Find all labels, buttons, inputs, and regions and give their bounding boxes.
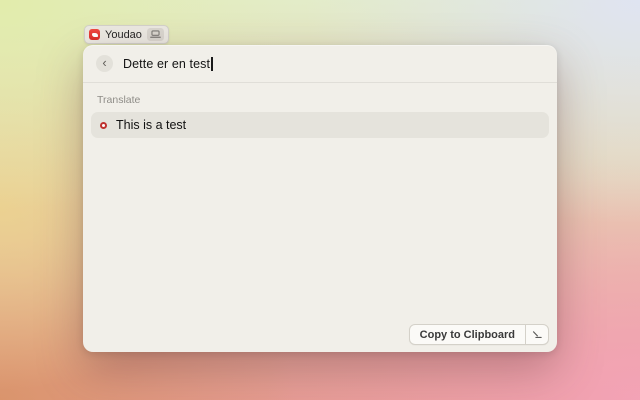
text-caret <box>211 57 213 71</box>
shortcut-key-button[interactable] <box>526 325 548 344</box>
back-button[interactable]: ‹ <box>96 55 113 72</box>
launcher-window: ‹ Dette er en test Translate This is a t… <box>83 45 557 352</box>
copy-to-clipboard-label: Copy to Clipboard <box>420 329 515 341</box>
keyboard-icon <box>150 30 161 39</box>
youdao-logo-icon <box>89 29 100 40</box>
app-token-chip[interactable]: Youdao <box>84 25 169 44</box>
search-input-value: Dette er en test <box>123 57 210 71</box>
red-ring-icon <box>100 122 107 129</box>
search-bar: ‹ Dette er en test <box>83 45 557 83</box>
copy-to-clipboard-button[interactable]: Copy to Clipboard <box>410 325 525 344</box>
action-button-group: Copy to Clipboard <box>409 324 549 345</box>
result-text: This is a test <box>116 118 186 132</box>
section-header-translate: Translate <box>97 94 543 106</box>
chevron-left-icon: ‹ <box>102 56 106 69</box>
search-input[interactable]: Dette er en test <box>123 45 544 82</box>
keyboard-badge <box>147 28 164 41</box>
result-row[interactable]: This is a test <box>91 112 549 138</box>
app-token-label: Youdao <box>105 29 142 41</box>
key-glyph-icon <box>531 329 543 340</box>
